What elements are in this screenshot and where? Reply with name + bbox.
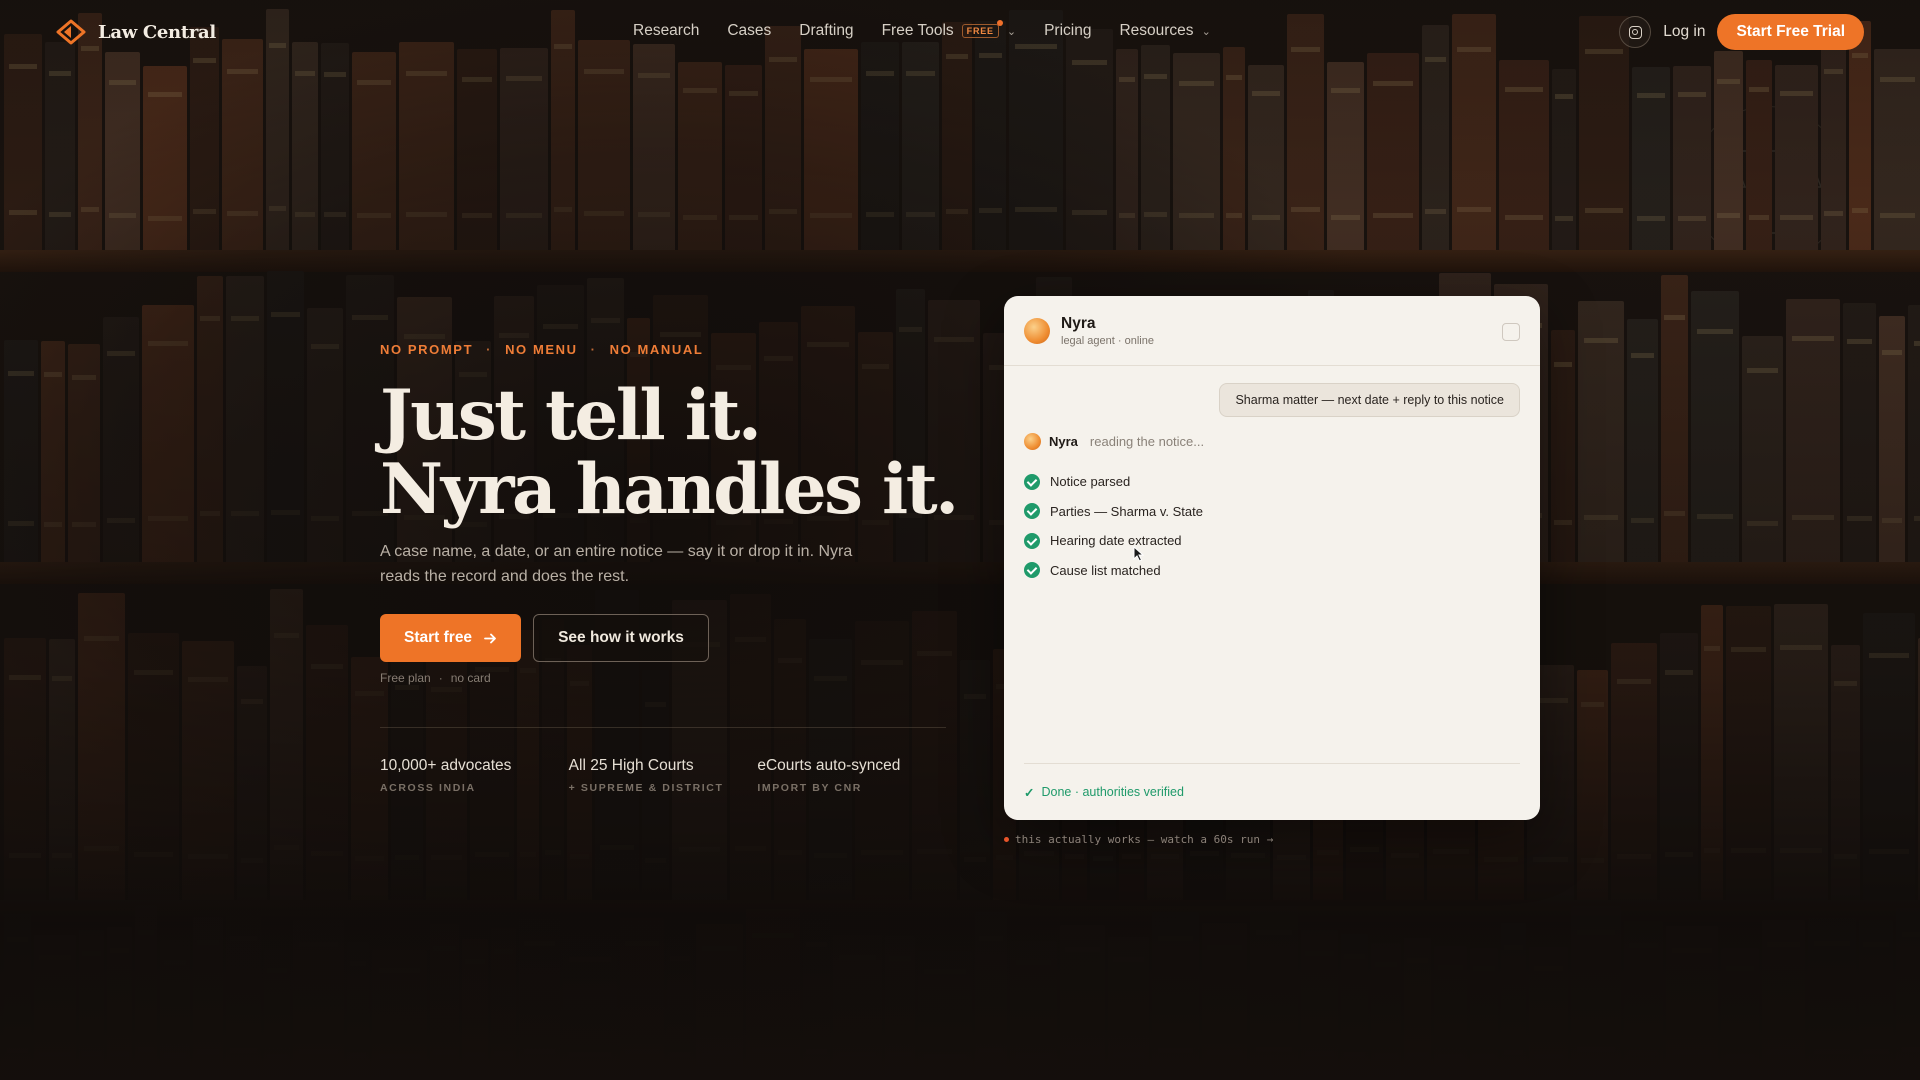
- agent-chat-card: Nyra legal agent · online Sharma matter …: [1004, 296, 1540, 820]
- nav-item-free-tools[interactable]: Free Tools FREE ⌄: [881, 20, 1017, 40]
- note-free-plan: Free plan: [380, 671, 431, 685]
- background-bookshelf: [0, 0, 1920, 1080]
- brand-name: Law Central: [98, 21, 216, 43]
- headline-line-1: Just tell it.: [380, 375, 762, 456]
- arrow-right-icon: [484, 633, 496, 643]
- headline-line-2: Nyra handles it.: [380, 449, 959, 530]
- step-item: Hearing date extracted: [1024, 526, 1203, 556]
- free-badge: FREE: [961, 20, 1004, 38]
- step-item: Notice parsed: [1024, 467, 1203, 497]
- step-item: Parties — Sharma v. State: [1024, 497, 1203, 527]
- step-label: Notice parsed: [1050, 474, 1131, 490]
- window-toggle-icon[interactable]: [1502, 323, 1520, 341]
- agent-info: Nyra legal agent · online: [1061, 315, 1154, 347]
- check-icon: ✓: [1024, 785, 1035, 800]
- stat-value: All 25 High Courts: [568, 757, 694, 774]
- agent-avatar: [1024, 317, 1050, 344]
- plan-note: Free plan · no card: [380, 671, 957, 685]
- start-free-button[interactable]: Start free: [380, 614, 522, 662]
- stat-label: IMPORT BY CNR: [757, 782, 862, 794]
- hero-headline: Just tell it. Nyra handles it.: [380, 375, 959, 530]
- agent-avatar-small: [1024, 433, 1041, 450]
- step-label: Parties — Sharma v. State: [1050, 503, 1203, 519]
- chat-footer: ✓ Done · authorities verified: [1024, 763, 1520, 820]
- cta-row: Start free See how it works: [380, 614, 957, 662]
- login-link[interactable]: Log in: [1663, 23, 1705, 41]
- stat-advocates: 10,000+ advocates ACROSS INDIA: [380, 757, 569, 794]
- progress-steps: Notice parsed Parties — Sharma v. State …: [1024, 467, 1203, 585]
- brand-logo[interactable]: Law Central: [56, 19, 216, 45]
- mouse-cursor-icon: [1133, 546, 1145, 562]
- start-free-trial-button[interactable]: Start Free Trial: [1717, 14, 1864, 50]
- agent-activity: Nyra reading the notice...: [1024, 433, 1204, 450]
- stat-label: ACROSS INDIA: [380, 782, 476, 794]
- nav-item-label: Pricing: [1044, 22, 1092, 39]
- main-menu: Research Cases Drafting Free Tools FREE …: [633, 20, 1239, 40]
- stat-label: + SUPREME & DISTRICT: [568, 782, 724, 794]
- nav-item-label: Cases: [727, 22, 772, 39]
- nav-item-label: Research: [633, 22, 700, 39]
- chat-header: Nyra legal agent · online: [1004, 296, 1540, 366]
- note-separator: ·: [438, 671, 443, 685]
- nav-item-label: Drafting: [799, 22, 854, 39]
- logo-icon: [56, 19, 86, 45]
- stat-ecourts: eCourts auto-synced IMPORT BY CNR: [757, 757, 946, 794]
- agent-name: Nyra: [1061, 314, 1096, 332]
- nav-item-resources[interactable]: Resources ⌄: [1119, 22, 1210, 40]
- eyebrow-separator: ·: [486, 342, 493, 357]
- check-circle-icon: [1024, 562, 1040, 579]
- nav-item-pricing[interactable]: Pricing: [1044, 22, 1091, 40]
- eyebrow-item: NO PROMPT: [380, 342, 474, 357]
- eyebrow-separator: ·: [590, 342, 597, 357]
- stat-value: 10,000+ advocates: [380, 757, 512, 774]
- stat-high-courts: All 25 High Courts + SUPREME & DISTRICT: [569, 757, 758, 794]
- stat-value: eCourts auto-synced: [757, 757, 901, 774]
- eyebrow-item: NO MANUAL: [609, 342, 704, 357]
- start-free-label: Start free: [404, 629, 473, 646]
- check-circle-icon: [1024, 503, 1040, 520]
- nav-item-label: Free Tools: [881, 22, 954, 39]
- check-circle-icon: [1024, 532, 1040, 549]
- live-dot-icon: [1004, 837, 1009, 842]
- eyebrow-item: NO MENU: [505, 342, 578, 357]
- user-message: Sharma matter — next date + reply to thi…: [1219, 383, 1520, 417]
- nav-item-research[interactable]: Research: [633, 22, 699, 40]
- note-no-card: no card: [450, 671, 491, 685]
- chevron-down-icon: ⌄: [1201, 25, 1211, 38]
- agent-status: legal agent · online: [1061, 334, 1154, 347]
- step-item: Cause list matched: [1024, 556, 1203, 586]
- hero-section: NO PROMPT · NO MENU · NO MANUAL Just tel…: [380, 342, 959, 794]
- nav-item-drafting[interactable]: Drafting: [799, 22, 853, 40]
- agent-activity-status: reading the notice...: [1089, 434, 1205, 449]
- nav-item-label: Resources: [1119, 22, 1194, 39]
- demo-link-label: this actually works — watch a 60s run →: [1015, 833, 1274, 846]
- demo-link[interactable]: this actually works — watch a 60s run →: [1004, 833, 1273, 846]
- nav-actions: Log in Start Free Trial: [1619, 14, 1864, 50]
- check-circle-icon: [1024, 473, 1040, 490]
- chevron-down-icon: ⌄: [1006, 25, 1017, 38]
- hero-subtext: A case name, a date, or an entire notice…: [380, 543, 853, 585]
- nav-item-cases[interactable]: Cases: [727, 22, 771, 40]
- stats-row: 10,000+ advocates ACROSS INDIA All 25 Hi…: [380, 727, 946, 794]
- footer-status: Done · authorities verified: [1041, 785, 1184, 799]
- top-navigation: Law Central Research Cases Drafting Free…: [0, 0, 1920, 64]
- see-how-it-works-button[interactable]: See how it works: [533, 614, 709, 662]
- agent-activity-name: Nyra: [1049, 434, 1078, 449]
- step-label: Hearing date extracted: [1050, 533, 1182, 549]
- eyebrow: NO PROMPT · NO MENU · NO MANUAL: [380, 342, 957, 357]
- instagram-icon[interactable]: [1619, 16, 1652, 48]
- step-label: Cause list matched: [1050, 562, 1161, 578]
